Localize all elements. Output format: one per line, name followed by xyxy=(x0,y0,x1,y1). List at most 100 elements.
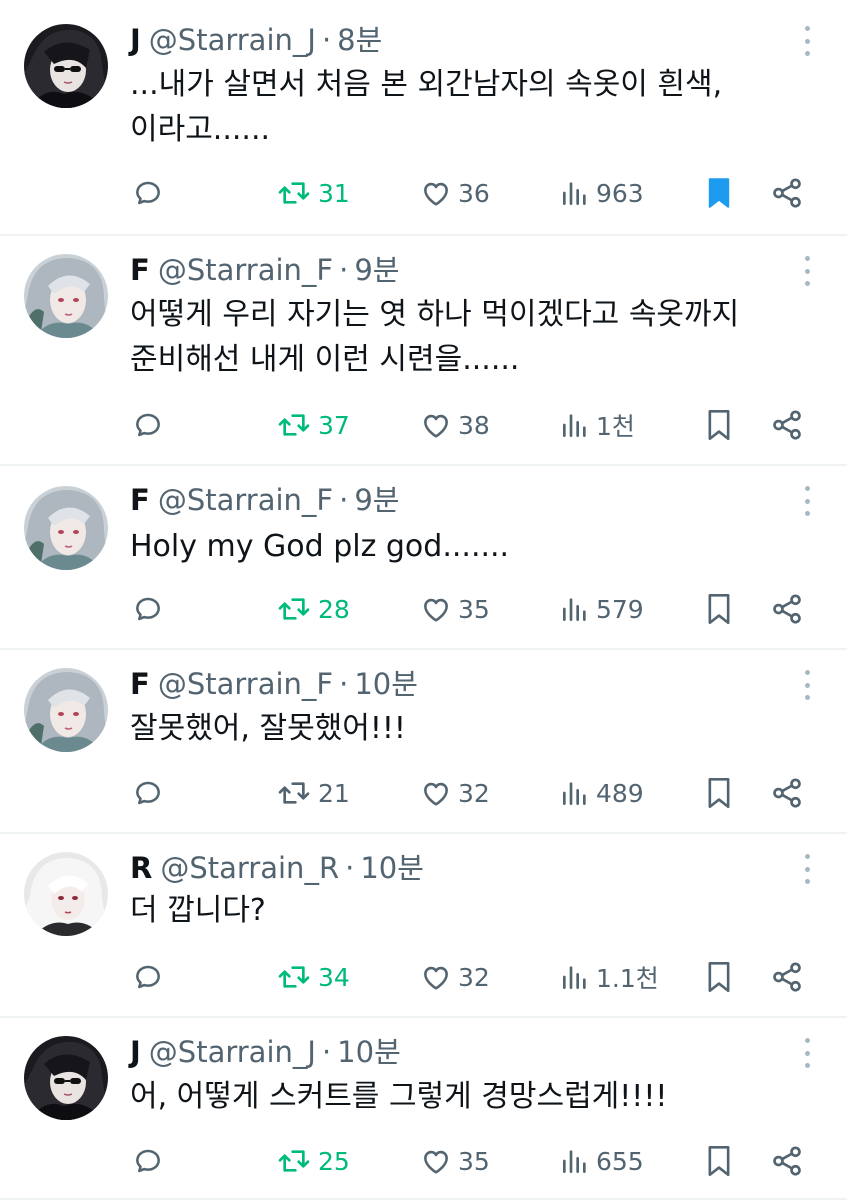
bookmark-icon xyxy=(704,176,734,210)
more-icon[interactable] xyxy=(803,486,811,516)
share-button[interactable] xyxy=(770,957,804,997)
share-button[interactable] xyxy=(770,1141,804,1181)
timestamp[interactable]: 10분 xyxy=(337,1032,401,1072)
like-button[interactable]: 35 xyxy=(420,1141,490,1181)
user-handle[interactable]: @Starrain_F xyxy=(158,664,333,704)
bookmark-button[interactable] xyxy=(704,957,734,997)
retweet-count: 25 xyxy=(318,1146,350,1176)
like-count: 35 xyxy=(458,1146,490,1176)
views-button[interactable]: 963 xyxy=(560,173,644,213)
retweet-button[interactable]: 31 xyxy=(276,173,350,213)
more-icon[interactable] xyxy=(803,26,811,56)
tweet[interactable]: F @Starrain_F · 9분 어떻게 우리 자기는 엿 하나 먹이겠다고… xyxy=(0,236,847,466)
retweet-button[interactable]: 28 xyxy=(276,589,350,629)
views-button[interactable]: 489 xyxy=(560,773,644,813)
separator-dot: · xyxy=(321,1035,332,1069)
reply-button[interactable] xyxy=(132,957,164,997)
like-button[interactable]: 35 xyxy=(420,589,490,629)
views-icon xyxy=(560,593,590,625)
more-icon[interactable] xyxy=(803,1038,811,1068)
heart-icon xyxy=(420,1145,452,1177)
views-button[interactable]: 655 xyxy=(560,1141,644,1181)
separator-dot: · xyxy=(339,483,349,517)
tweet-actions: 31 36 963 xyxy=(0,173,847,213)
like-button[interactable]: 32 xyxy=(420,773,490,813)
more-icon[interactable] xyxy=(803,854,811,884)
display-name[interactable]: F xyxy=(130,250,150,290)
display-name[interactable]: J xyxy=(130,20,141,60)
reply-button[interactable] xyxy=(132,589,164,629)
tweet-text: 어떻게 우리 자기는 엿 하나 먹이겠다고 속옷까지 준비해선 내게 이런 시련… xyxy=(130,297,740,377)
like-count: 32 xyxy=(458,778,490,808)
avatar[interactable] xyxy=(24,668,108,752)
retweet-count: 28 xyxy=(318,594,350,624)
bookmark-button[interactable] xyxy=(704,773,734,813)
retweet-icon xyxy=(276,1145,312,1177)
display-name[interactable]: R xyxy=(130,848,152,888)
reply-button[interactable] xyxy=(132,405,164,445)
tweet[interactable]: J @Starrain_J · 8분 ...내가 살면서 처음 본 외간남자의 … xyxy=(0,0,847,236)
reply-button[interactable] xyxy=(132,773,164,813)
retweet-button[interactable]: 21 xyxy=(276,773,350,813)
avatar[interactable] xyxy=(24,254,108,338)
timestamp[interactable]: 9분 xyxy=(354,480,399,520)
tweet-header: J @Starrain_J · 8분 xyxy=(130,20,382,60)
views-button[interactable]: 579 xyxy=(560,589,644,629)
tweet[interactable]: F @Starrain_F · 9분 Holy my God plz god..… xyxy=(0,466,847,650)
retweet-button[interactable]: 34 xyxy=(276,957,350,997)
views-button[interactable]: 1천 xyxy=(560,405,635,445)
bookmark-button[interactable] xyxy=(704,1141,734,1181)
views-button[interactable]: 1.1천 xyxy=(560,957,659,997)
timestamp[interactable]: 10분 xyxy=(360,848,424,888)
bookmark-icon xyxy=(704,960,734,994)
bookmark-button[interactable] xyxy=(704,405,734,445)
display-name[interactable]: F xyxy=(130,664,150,704)
user-handle[interactable]: @Starrain_F xyxy=(158,250,333,290)
like-button[interactable]: 36 xyxy=(420,173,490,213)
reply-icon xyxy=(132,409,164,441)
like-button[interactable]: 32 xyxy=(420,957,490,997)
avatar[interactable] xyxy=(24,486,108,570)
avatar[interactable] xyxy=(24,852,108,936)
user-handle[interactable]: @Starrain_J xyxy=(149,20,316,60)
avatar[interactable] xyxy=(24,24,108,108)
like-button[interactable]: 38 xyxy=(420,405,490,445)
display-name[interactable]: J xyxy=(130,1032,141,1072)
reply-button[interactable] xyxy=(132,173,164,213)
reply-button[interactable] xyxy=(132,1141,164,1181)
share-button[interactable] xyxy=(770,589,804,629)
retweet-button[interactable]: 25 xyxy=(276,1141,350,1181)
more-icon[interactable] xyxy=(803,670,811,700)
tweet[interactable]: R @Starrain_R · 10분 더 깝니다? 34 32 1.1천 xyxy=(0,834,847,1018)
bookmark-button[interactable] xyxy=(704,589,734,629)
share-icon xyxy=(770,176,804,210)
share-icon xyxy=(770,592,804,626)
share-button[interactable] xyxy=(770,773,804,813)
share-button[interactable] xyxy=(770,405,804,445)
separator-dot: · xyxy=(339,253,349,287)
retweet-button[interactable]: 37 xyxy=(276,405,350,445)
like-count: 36 xyxy=(458,178,490,208)
user-handle[interactable]: @Starrain_R xyxy=(160,848,339,888)
like-count: 38 xyxy=(458,410,490,440)
separator-dot: · xyxy=(345,851,355,885)
tweet-text: 더 깝니다? xyxy=(130,893,266,928)
timestamp[interactable]: 9분 xyxy=(354,250,399,290)
more-icon[interactable] xyxy=(803,256,811,286)
tweet-header: F @Starrain_F · 10분 xyxy=(130,664,418,704)
bookmark-button[interactable] xyxy=(704,173,734,213)
retweet-count: 34 xyxy=(318,962,350,992)
timestamp[interactable]: 10분 xyxy=(354,664,418,704)
share-button[interactable] xyxy=(770,173,804,213)
user-handle[interactable]: @Starrain_F xyxy=(158,480,333,520)
tweet[interactable]: J @Starrain_J · 10분 어, 어떻게 스커트를 그렇게 경망스럽… xyxy=(0,1018,847,1200)
retweet-count: 21 xyxy=(318,778,350,808)
tweet[interactable]: F @Starrain_F · 10분 잘못했어, 잘못했어!!! 21 32 … xyxy=(0,650,847,834)
user-handle[interactable]: @Starrain_J xyxy=(149,1032,316,1072)
timestamp[interactable]: 8분 xyxy=(337,20,382,60)
avatar[interactable] xyxy=(24,1036,108,1120)
tweet-text: Holy my God plz god....... xyxy=(130,529,510,564)
views-count: 1.1천 xyxy=(596,964,659,993)
display-name[interactable]: F xyxy=(130,480,150,520)
bookmark-icon xyxy=(704,776,734,810)
